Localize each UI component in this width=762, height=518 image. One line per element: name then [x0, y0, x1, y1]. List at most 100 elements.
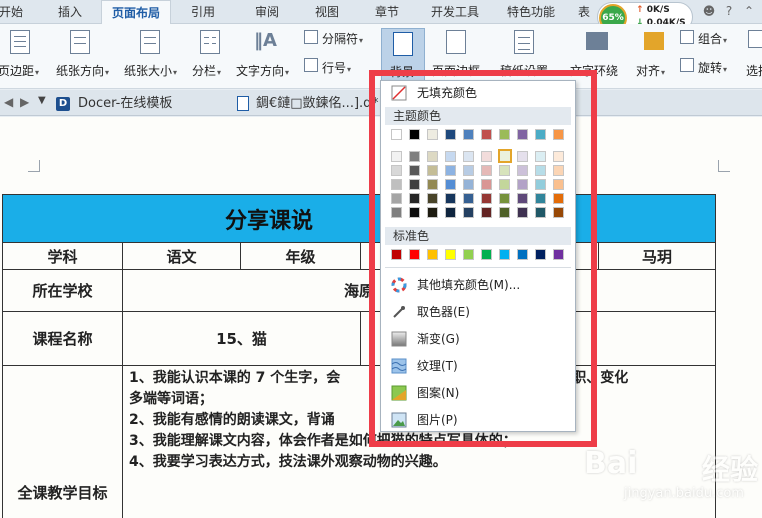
theme-color-swatch[interactable]: [445, 129, 456, 140]
tab-sections[interactable]: 章节: [360, 0, 414, 24]
picture-item[interactable]: 图片(P): [381, 408, 575, 432]
theme-shade-swatch[interactable]: [427, 179, 438, 190]
theme-shade-swatch[interactable]: [499, 193, 510, 204]
tab-developer[interactable]: 开发工具: [420, 0, 490, 24]
theme-shade-swatch[interactable]: [553, 207, 564, 218]
text-direction-button[interactable]: 文字方向▾: [236, 62, 289, 79]
collapse-ribbon-icon[interactable]: ⌃: [742, 4, 756, 18]
standard-color-swatch[interactable]: [427, 249, 438, 260]
theme-shade-swatch[interactable]: [553, 193, 564, 204]
theme-shade-swatch[interactable]: [535, 165, 546, 176]
theme-shade-swatch[interactable]: [535, 151, 546, 162]
theme-shade-swatch[interactable]: [481, 179, 492, 190]
rotate-button[interactable]: 旋转▾: [698, 59, 727, 76]
tab-page-layout[interactable]: 页面布局: [101, 0, 171, 25]
separator-button[interactable]: 分隔符▾: [322, 30, 363, 47]
tab-list-icon[interactable]: ▼: [38, 95, 46, 106]
theme-shade-swatch[interactable]: [517, 165, 528, 176]
tab-home[interactable]: 开始: [0, 0, 26, 24]
theme-shade-swatch[interactable]: [409, 179, 420, 190]
eyedropper-item[interactable]: 取色器(E): [381, 300, 575, 324]
theme-color-swatch[interactable]: [499, 129, 510, 140]
theme-color-swatch[interactable]: [427, 129, 438, 140]
theme-color-swatch[interactable]: [535, 129, 546, 140]
line-number-button[interactable]: 行号▾: [322, 59, 351, 76]
tab-review[interactable]: 审阅: [240, 0, 294, 24]
theme-shade-swatch[interactable]: [445, 207, 456, 218]
theme-shade-swatch[interactable]: [535, 193, 546, 204]
theme-shade-swatch[interactable]: [499, 165, 510, 176]
group-button[interactable]: 组合▾: [698, 30, 727, 47]
standard-color-swatch[interactable]: [553, 249, 564, 260]
theme-shade-swatch[interactable]: [517, 193, 528, 204]
paper-size-button[interactable]: 纸张大小▾: [124, 62, 177, 79]
theme-shade-swatch[interactable]: [409, 165, 420, 176]
theme-shade-swatch[interactable]: [409, 207, 420, 218]
standard-color-swatch[interactable]: [391, 249, 402, 260]
theme-shade-swatch[interactable]: [427, 151, 438, 162]
help-icon[interactable]: ?: [722, 4, 736, 18]
gradient-item[interactable]: 渐变(G): [381, 327, 575, 351]
tab-docer[interactable]: Docer-在线模板: [78, 93, 172, 115]
theme-shade-swatch[interactable]: [481, 207, 492, 218]
theme-color-swatch[interactable]: [409, 129, 420, 140]
theme-shade-swatch[interactable]: [499, 207, 510, 218]
theme-shade-swatch[interactable]: [427, 165, 438, 176]
tab-insert[interactable]: 插入: [46, 0, 94, 24]
theme-shade-swatch[interactable]: [391, 207, 402, 218]
tab-special-features[interactable]: 特色功能: [496, 0, 566, 24]
theme-shade-swatch[interactable]: [391, 165, 402, 176]
align-button[interactable]: 对齐▾: [636, 62, 665, 79]
scroll-right-icon[interactable]: ▶: [20, 95, 29, 109]
theme-color-swatch[interactable]: [481, 129, 492, 140]
theme-shade-swatch[interactable]: [409, 151, 420, 162]
standard-color-swatch[interactable]: [499, 249, 510, 260]
standard-color-swatch[interactable]: [535, 249, 546, 260]
theme-shade-swatch[interactable]: [517, 151, 528, 162]
columns-button[interactable]: 分栏▾: [192, 62, 221, 79]
theme-shade-swatch[interactable]: [553, 179, 564, 190]
tab-current-document[interactable]: 錭€鏈□敳鍊佲...].doc: [256, 93, 372, 115]
standard-color-swatch[interactable]: [517, 249, 528, 260]
theme-shade-swatch[interactable]: [391, 151, 402, 162]
tab-references[interactable]: 引用: [176, 0, 230, 24]
texture-item[interactable]: 纹理(T): [381, 354, 575, 378]
select-button[interactable]: 选择: [746, 62, 762, 79]
standard-color-swatch[interactable]: [445, 249, 456, 260]
theme-shade-swatch[interactable]: [498, 149, 512, 163]
theme-shade-swatch[interactable]: [427, 193, 438, 204]
theme-shade-swatch[interactable]: [409, 193, 420, 204]
theme-shade-swatch[interactable]: [463, 193, 474, 204]
theme-color-swatch[interactable]: [463, 129, 474, 140]
theme-color-swatch[interactable]: [517, 129, 528, 140]
theme-shade-swatch[interactable]: [553, 165, 564, 176]
theme-shade-swatch[interactable]: [445, 165, 456, 176]
text-wrap-button[interactable]: 文字环绕: [570, 62, 618, 79]
no-fill-item[interactable]: 无填充颜色: [381, 81, 575, 105]
theme-shade-swatch[interactable]: [499, 179, 510, 190]
theme-shade-swatch[interactable]: [481, 165, 492, 176]
pattern-item[interactable]: 图案(N): [381, 381, 575, 405]
tab-view[interactable]: 视图: [300, 0, 354, 24]
background-button[interactable]: 背景: [381, 28, 425, 86]
theme-shade-swatch[interactable]: [463, 207, 474, 218]
theme-shade-swatch[interactable]: [391, 179, 402, 190]
theme-shade-swatch[interactable]: [481, 151, 492, 162]
margins-button[interactable]: 页边距▾: [0, 62, 39, 79]
theme-shade-swatch[interactable]: [427, 207, 438, 218]
standard-color-swatch[interactable]: [481, 249, 492, 260]
scroll-left-icon[interactable]: ◀: [4, 95, 13, 109]
standard-color-swatch[interactable]: [463, 249, 474, 260]
theme-shade-swatch[interactable]: [535, 207, 546, 218]
more-colors-item[interactable]: 其他填充颜色(M)...: [381, 273, 575, 297]
draft-settings-button[interactable]: 稿纸设置: [500, 62, 548, 79]
tab-table[interactable]: 表: [572, 0, 596, 24]
theme-shade-swatch[interactable]: [463, 179, 474, 190]
theme-shade-swatch[interactable]: [391, 193, 402, 204]
theme-shade-swatch[interactable]: [535, 179, 546, 190]
theme-color-swatch[interactable]: [553, 129, 564, 140]
theme-shade-swatch[interactable]: [445, 151, 456, 162]
theme-shade-swatch[interactable]: [517, 207, 528, 218]
theme-shade-swatch[interactable]: [463, 165, 474, 176]
orientation-button[interactable]: 纸张方向▾: [56, 62, 109, 79]
